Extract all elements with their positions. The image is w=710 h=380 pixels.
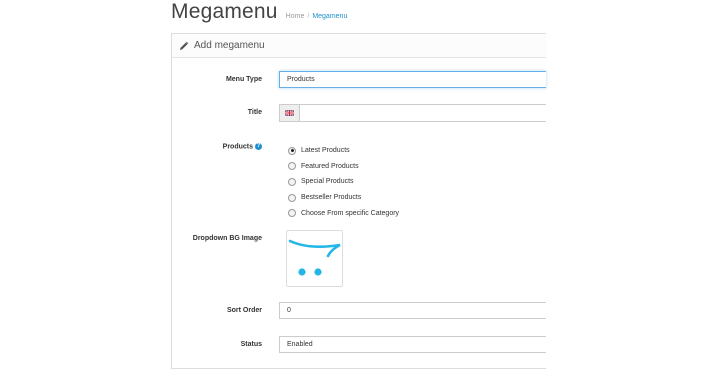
opencart-cart-logo-icon — [288, 239, 341, 276]
breadcrumb: Home / Megamenu — [286, 13, 348, 20]
radio-button[interactable] — [288, 193, 296, 202]
page-title: Megamenu — [171, 0, 278, 23]
products-label: Products? — [172, 143, 262, 150]
page: Megamenu Home / Megamenu Add megamenu Me… — [0, 0, 710, 380]
title-label: Title — [247, 109, 262, 116]
page-header: Megamenu Home / Megamenu — [171, 0, 347, 28]
pencil-icon — [180, 41, 189, 50]
radio-option-featured[interactable]: Featured Products — [288, 159, 399, 175]
sort-order-label: Sort Order — [226, 307, 262, 314]
radio-button[interactable] — [288, 177, 296, 186]
radio-label: Special Products — [301, 178, 354, 186]
title-input[interactable] — [300, 104, 546, 122]
help-icon[interactable]: ? — [255, 143, 262, 150]
dropdown-bg-image-thumbnail[interactable] — [286, 230, 343, 287]
menu-type-label: Menu Type — [225, 76, 262, 83]
uk-flag-icon — [285, 110, 294, 116]
radio-button[interactable] — [288, 162, 296, 171]
status-label: Status — [240, 341, 262, 348]
status-select[interactable]: Enabled — [279, 336, 546, 353]
radio-button[interactable] — [288, 146, 296, 155]
radio-label: Choose From specific Category — [301, 209, 400, 217]
radio-option-special[interactable]: Special Products — [288, 174, 399, 190]
dropdown-bg-image-label: Dropdown BG Image — [192, 235, 262, 242]
breadcrumb-home-link[interactable]: Home — [286, 13, 305, 20]
sort-order-input[interactable]: 0 — [279, 302, 546, 319]
breadcrumb-separator: / — [307, 13, 310, 20]
menu-type-select[interactable]: Products — [279, 71, 546, 88]
radio-option-bestseller[interactable]: Bestseller Products — [288, 190, 399, 206]
title-input-group — [279, 104, 546, 122]
panel-heading: Add megamenu — [172, 34, 546, 58]
radio-option-latest[interactable]: Latest Products — [288, 143, 399, 159]
radio-button[interactable] — [288, 209, 296, 218]
breadcrumb-megamenu-link[interactable]: Megamenu — [312, 13, 347, 20]
panel-title: Add megamenu — [194, 40, 265, 51]
radio-label: Featured Products — [301, 162, 359, 170]
radio-option-category[interactable]: Choose From specific Category — [288, 205, 399, 221]
radio-label: Latest Products — [301, 147, 350, 155]
products-label-text: Products — [222, 143, 253, 151]
radio-label: Bestseller Products — [301, 194, 362, 202]
language-addon — [279, 104, 300, 122]
products-radio-group: Latest Products Featured Products Specia… — [288, 143, 399, 221]
